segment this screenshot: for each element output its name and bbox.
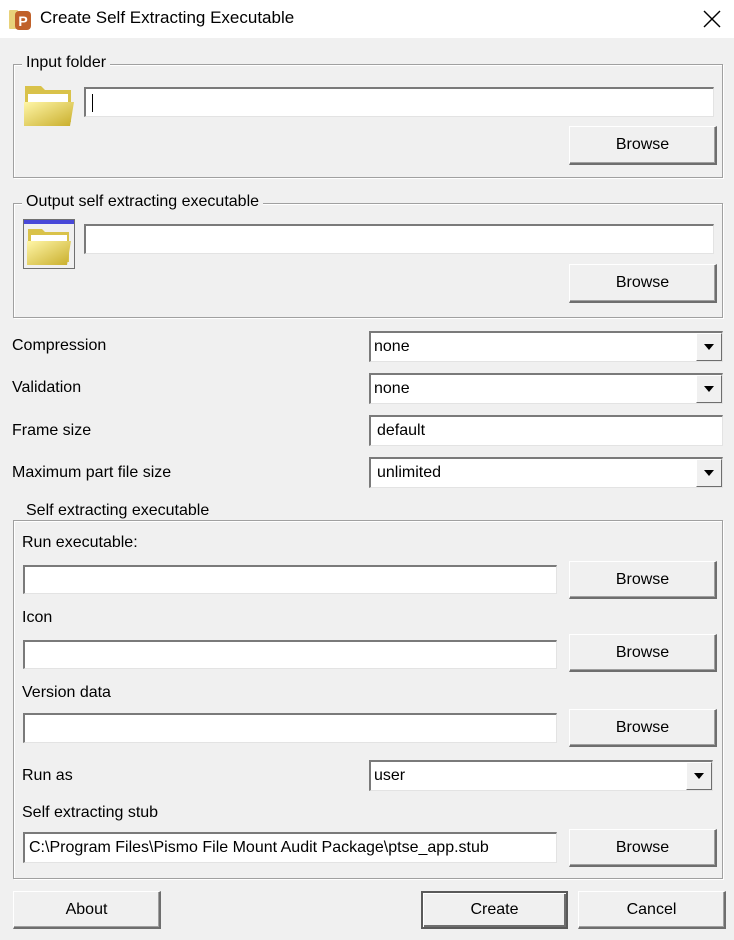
chevron-down-icon [694, 773, 704, 779]
max-part-size-select[interactable]: unlimited [369, 457, 723, 488]
max-part-size-label: Maximum part file size [12, 464, 172, 481]
compression-select[interactable]: none [369, 331, 723, 362]
close-button[interactable] [690, 0, 734, 38]
run-as-dropdown-button[interactable] [686, 762, 712, 790]
text-caret [92, 93, 93, 112]
chevron-down-icon [704, 386, 714, 392]
input-folder-browse-button[interactable]: Browse [569, 126, 717, 165]
chevron-down-icon [704, 470, 714, 476]
stub-browse-button[interactable]: Browse [569, 829, 717, 867]
run-executable-browse-button[interactable]: Browse [569, 561, 717, 599]
chevron-down-icon [704, 344, 714, 350]
pismo-app-icon: P [8, 7, 32, 31]
open-folder-icon [22, 82, 76, 128]
output-exe-browse-button[interactable]: Browse [569, 264, 717, 303]
version-data-label: Version data [22, 684, 111, 701]
close-icon [703, 10, 721, 28]
icon-label: Icon [22, 609, 53, 626]
version-data-field[interactable] [23, 713, 557, 743]
run-as-label: Run as [22, 767, 73, 784]
self-extracting-group-label: Self extracting executable [22, 502, 214, 520]
max-part-size-value: unlimited [377, 464, 442, 481]
title-bar: P Create Self Extracting Executable [0, 0, 734, 38]
window-title: Create Self Extracting Executable [40, 8, 295, 27]
validation-dropdown-button[interactable] [696, 375, 722, 403]
stub-label: Self extracting stub [22, 804, 159, 821]
frame-size-field[interactable]: default [369, 415, 723, 446]
validation-select[interactable]: none [369, 373, 723, 404]
compression-label: Compression [12, 337, 107, 354]
output-exe-field[interactable] [84, 224, 714, 254]
icon-field[interactable] [23, 640, 557, 669]
create-button[interactable]: Create [421, 891, 568, 929]
validation-label: Validation [12, 379, 82, 396]
frame-size-label: Frame size [12, 422, 92, 439]
run-executable-field[interactable] [23, 565, 557, 594]
version-data-browse-button[interactable]: Browse [569, 709, 717, 747]
compression-value: none [374, 338, 410, 355]
cancel-button[interactable]: Cancel [578, 891, 726, 929]
run-as-select[interactable]: user [369, 760, 713, 791]
icon-browse-button[interactable]: Browse [569, 634, 717, 672]
open-folder-window-icon [23, 219, 75, 269]
svg-text:P: P [18, 13, 27, 29]
output-exe-group-label: Output self extracting executable [22, 193, 264, 211]
run-executable-label: Run executable: [22, 534, 138, 551]
run-as-value: user [374, 767, 406, 784]
stub-field[interactable]: C:\Program Files\Pismo File Mount Audit … [23, 832, 557, 863]
about-button[interactable]: About [13, 891, 161, 929]
max-part-size-dropdown-button[interactable] [696, 459, 722, 487]
input-folder-group-label: Input folder [22, 54, 111, 72]
compression-dropdown-button[interactable] [696, 333, 722, 361]
validation-value: none [374, 380, 410, 397]
input-folder-field[interactable] [84, 87, 714, 117]
